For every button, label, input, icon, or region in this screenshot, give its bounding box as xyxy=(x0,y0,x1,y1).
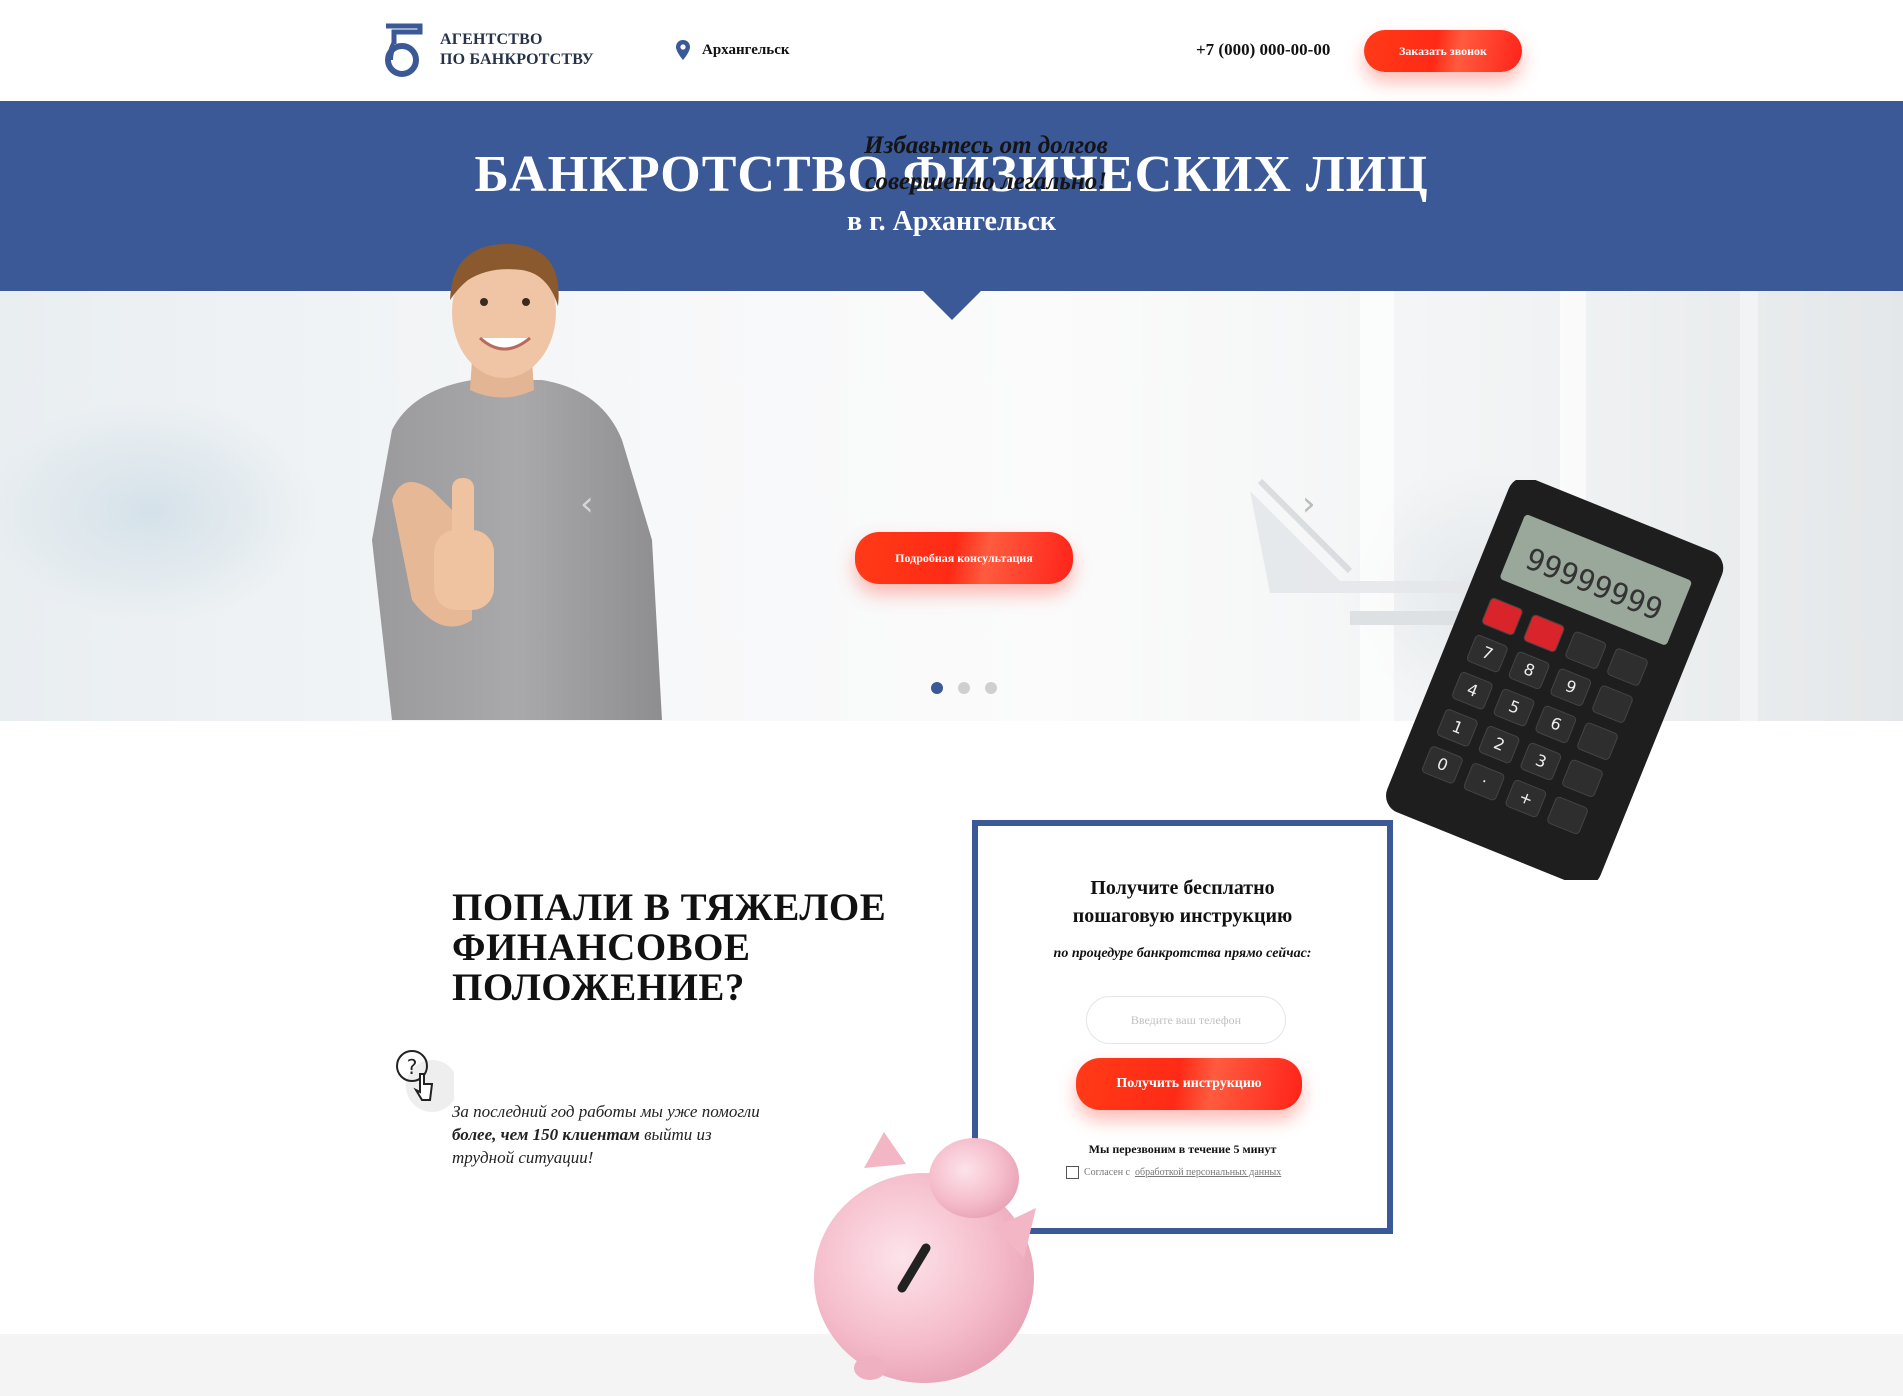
problem-description: За последний год работы мы уже помогли б… xyxy=(452,1102,760,1167)
page-subtitle: в г. Архангельск xyxy=(846,206,1057,237)
slider-dot-1[interactable] xyxy=(931,682,943,694)
band-pointer xyxy=(922,290,982,320)
consultation-button[interactable]: Подробная консультация xyxy=(855,532,1073,584)
get-instruction-button[interactable]: Получить инструкцию xyxy=(1076,1058,1302,1110)
slider-headline: Избавьтесь от долгов совершенно легально… xyxy=(864,132,1108,195)
city-selector[interactable]: Архангельск xyxy=(676,40,790,60)
city-label: Архангельск xyxy=(702,41,790,58)
consent-label: Согласен с xyxy=(1084,1167,1130,1178)
privacy-policy-link[interactable]: обработкой персональных данных xyxy=(1135,1167,1281,1178)
question-pointer-icon: ? xyxy=(396,1050,454,1112)
logo[interactable]: АГЕНТСТВО ПО БАНКРОТСТВУ xyxy=(380,22,600,80)
logo-mark-icon xyxy=(385,23,423,77)
smiling-man-thumbs-up-image xyxy=(372,243,662,720)
slider-dots xyxy=(931,682,997,694)
slider-dot-2[interactable] xyxy=(958,682,970,694)
map-pin-icon xyxy=(676,40,690,60)
callback-button[interactable]: Заказать звонок xyxy=(1364,30,1522,72)
consent-row: Согласен с обработкой персональных данны… xyxy=(1066,1166,1281,1179)
slider-prev-arrow-icon[interactable]: ‹ xyxy=(580,484,594,524)
form-subtitle: по процедуре банкротства прямо сейчас: xyxy=(1053,946,1312,961)
slider-next-arrow-icon[interactable]: › xyxy=(1302,484,1316,524)
problem-heading: ПОПАЛИ В ТЯЖЕЛОЕ ФИНАНСОВОЕ ПОЛОЖЕНИЕ? xyxy=(452,886,887,1009)
logo-text: АГЕНТСТВО ПО БАНКРОТСТВУ xyxy=(440,31,594,68)
calculator-image: 99999999 789 456 123 0·+ xyxy=(1386,480,1724,880)
piggy-bank-image xyxy=(814,1132,1036,1383)
phone-number[interactable]: +7 (000) 000-00-00 xyxy=(1196,40,1330,60)
form-title: Получите бесплатно пошаговую инструкцию xyxy=(1072,877,1293,927)
slider-dot-3[interactable] xyxy=(985,682,997,694)
phone-input[interactable] xyxy=(1086,996,1286,1044)
svg-text:?: ? xyxy=(407,1055,418,1079)
site-header: АГЕНТСТВО ПО БАНКРОТСТВУ Архангельск +7 … xyxy=(0,0,1903,101)
background-window-light xyxy=(1740,291,1758,721)
